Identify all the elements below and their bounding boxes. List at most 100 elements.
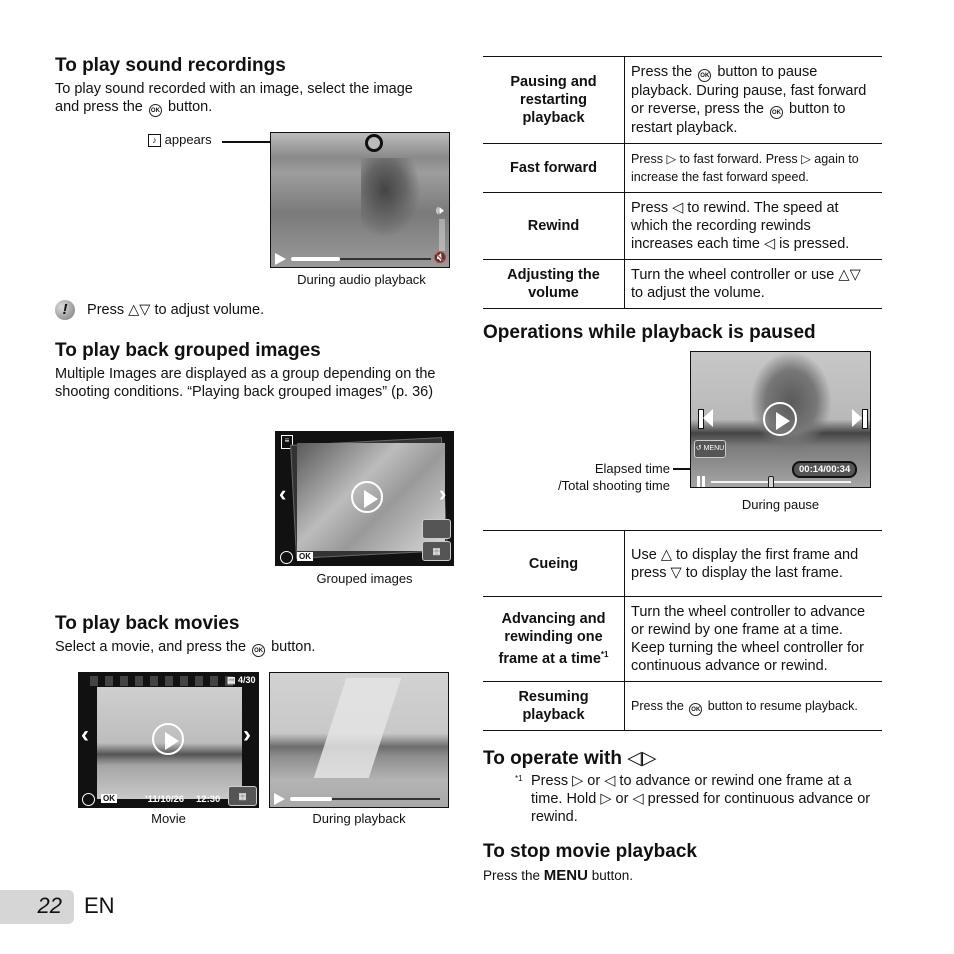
ok-button-icon: OK [689, 702, 703, 716]
operate-with-title: To operate with ◁▷ [483, 748, 657, 769]
row-desc: Press ▷ to fast forward. Press ▷ again t… [624, 143, 882, 193]
group-expand-button[interactable] [422, 519, 451, 539]
table-row: Resuming playback Press the OK button to… [483, 681, 882, 731]
language-label: EN [84, 893, 115, 918]
play-icon [274, 793, 285, 805]
left-arrow-icon: ◁ [763, 236, 776, 252]
back-menu-button[interactable]: ↺ MENU [694, 440, 726, 458]
table-row: Adjusting the volume Turn the wheel cont… [483, 259, 882, 309]
movie-screen: ▤ 4/30 ‹ › OK ’11/10/26 12:30 ▦ [78, 672, 259, 808]
left-arrow-icon: ◁ [627, 748, 642, 769]
sound-recordings-title: To play sound recordings [55, 55, 286, 76]
page-number: 22 [37, 893, 62, 918]
sound-note-icon: ♪ [148, 134, 161, 148]
pause-progress-track [711, 476, 851, 487]
grouped-caption: Grouped images [316, 571, 413, 586]
movie-progress-track [290, 797, 440, 801]
audio-progress-fill [291, 257, 340, 261]
seagull-figure [751, 352, 831, 452]
next-arrow-icon[interactable]: › [439, 481, 446, 507]
up-arrow-icon: △ [660, 546, 672, 563]
grouped-images-screen: ≡ ‹ › ▦ OK [275, 431, 454, 566]
film-strip-top [83, 676, 238, 686]
during-playback-screen [269, 672, 449, 808]
volume-icon: 🕪 [436, 203, 444, 217]
sound-text-line1: To play sound recorded with an image, se… [55, 81, 413, 97]
row-desc: Use △ to display the first frame and pre… [624, 530, 882, 597]
index-view-button[interactable]: ▦ [228, 786, 257, 806]
audio-progress-track [291, 257, 431, 261]
table-row: Advancing and rewinding one frame at a t… [483, 596, 882, 682]
down-arrow-icon: ▽ [849, 267, 861, 283]
ok-button-icon: OK [770, 106, 784, 119]
right-arrow-icon: ▷ [666, 152, 677, 166]
movie-date: ’11/10/26 [145, 794, 185, 805]
playback-caption: During playback [312, 811, 406, 826]
prev-arrow-icon[interactable]: ‹ [81, 721, 89, 749]
left-arrow-icon: ◁ [672, 200, 684, 216]
woman-figure [361, 158, 421, 238]
row-head: Cueing [483, 530, 625, 597]
play-circle-icon[interactable] [351, 481, 383, 513]
next-arrow-icon[interactable]: › [243, 721, 251, 749]
next-frame-icon[interactable] [852, 409, 862, 427]
prev-arrow-icon[interactable]: ‹ [279, 481, 286, 507]
movie-time: 12:30 [196, 794, 221, 805]
left-arrow-icon: ◁ [632, 791, 644, 807]
footnote-text: Press ▷ or ◁ to advance or rewind one fr… [531, 773, 871, 825]
stop-movie-text: Press the MENU button. [483, 867, 634, 884]
movie-counter: ▤ 4/30 [227, 675, 256, 685]
volume-bar [439, 219, 445, 251]
ok-button-icon: OK [698, 69, 712, 82]
paused-operations-table: Cueing Use △ to display the first frame … [483, 530, 882, 731]
ok-label: OK [101, 794, 117, 803]
mute-icon: 🔇 [433, 252, 447, 264]
table-row: Fast forward Press ▷ to fast forward. Pr… [483, 143, 882, 193]
row-desc: Turn the wheel controller to advance or … [624, 596, 882, 682]
row-desc: Turn the wheel controller or use △▽ to a… [624, 259, 882, 309]
paused-operations-title: Operations while playback is paused [483, 322, 816, 343]
volume-note: ! Press △▽ to adjust volume. [55, 300, 264, 320]
pause-progress-thumb[interactable] [768, 476, 775, 487]
elapsed-time-callout: Elapsed time /Total shooting time [557, 461, 670, 493]
index-view-button[interactable]: ▦ [422, 541, 451, 561]
ok-button-icon: OK [252, 644, 266, 657]
row-desc: Press the OK button to resume playback. [624, 681, 882, 731]
stop-movie-title: To stop movie playback [483, 841, 697, 862]
sound-indicator-icon [365, 134, 383, 152]
play-icon [275, 253, 286, 265]
row-head: Fast forward [483, 143, 625, 193]
grouped-images-title: To play back grouped images [55, 340, 321, 361]
play-circle-icon[interactable] [763, 402, 797, 436]
footnote-mark: *1 [515, 774, 523, 783]
right-arrow-icon: ▷ [600, 791, 612, 807]
row-head: Adjusting the volume [483, 259, 625, 309]
left-arrow-icon: ◁ [604, 773, 616, 789]
table-row: Cueing Use △ to display the first frame … [483, 530, 882, 597]
right-arrow-icon: ▷ [572, 773, 584, 789]
playback-mode-icon [280, 551, 293, 564]
seagull-wing [313, 678, 402, 778]
ok-label: OK [297, 552, 313, 561]
sound-recordings-text: To play sound recorded with an image, se… [55, 80, 455, 117]
movie-progress-fill [290, 797, 332, 801]
playback-mode-icon [82, 793, 95, 806]
right-arrow-icon: ▷ [801, 152, 811, 166]
up-arrow-icon: △ [838, 267, 850, 283]
caution-icon: ! [55, 300, 75, 320]
row-desc: Press the OK button to pause playback. D… [624, 56, 882, 144]
ok-button-icon: OK [148, 104, 162, 117]
row-head: Rewind [483, 192, 625, 260]
down-arrow-icon: ▽ [139, 301, 151, 318]
prev-frame-icon[interactable] [703, 409, 713, 427]
table-row: Pausing and restarting playback Press th… [483, 56, 882, 144]
right-arrow-icon: ▷ [641, 748, 657, 769]
movies-text: Select a movie, and press the OK button. [55, 639, 316, 657]
last-frame-icon[interactable] [862, 409, 868, 429]
row-desc: Press ◁ to rewind. The speed at which th… [624, 192, 882, 260]
movie-caption: Movie [151, 811, 186, 826]
play-circle-icon[interactable] [152, 723, 184, 755]
audio-caption: During audio playback [297, 272, 426, 287]
row-head: Resuming playback [483, 681, 625, 731]
table-row: Rewind Press ◁ to rewind. The speed at w… [483, 192, 882, 260]
